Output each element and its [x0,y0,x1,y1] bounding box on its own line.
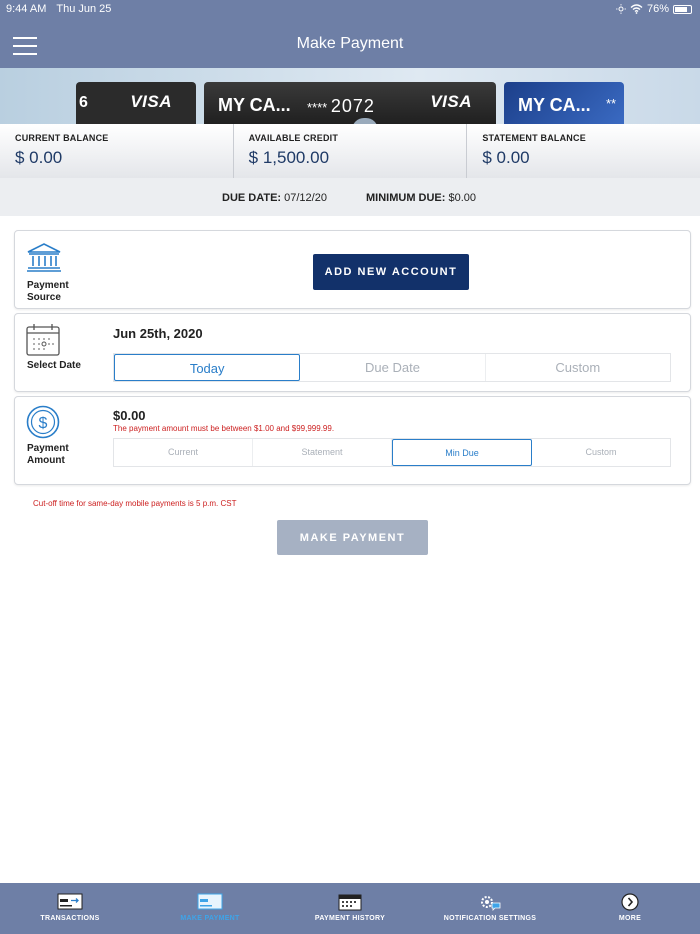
card-name: MY CA... [518,95,591,115]
make-payment-icon [197,893,223,910]
dollar-icon: $ [26,405,60,439]
balance-label: STATEMENT BALANCE [482,133,586,143]
amount-option-current[interactable]: Current [114,439,253,466]
svg-text:$: $ [39,415,48,432]
balance-value: $ 0.00 [15,148,63,167]
balances-row: CURRENT BALANCE $ 0.00 AVAILABLE CREDIT … [0,124,700,178]
selected-date: Jun 25th, 2020 [113,326,203,341]
label-line: Source [27,292,61,303]
amount-option-min-due[interactable]: Min Due [392,439,532,466]
battery-icon [673,4,692,14]
minimum-due: MINIMUM DUE: $0.00 [366,192,476,204]
bank-icon [27,243,61,272]
amount-segmented-control: Current Statement Min Due Custom [113,438,671,467]
wifi-icon [630,4,643,14]
tab-label: MORE [618,915,642,922]
balance-value: $ 1,500.00 [248,148,330,167]
payment-amount-value[interactable]: $0.00 [113,408,146,423]
date-option-today[interactable]: Today [114,354,301,381]
balance-label: AVAILABLE CREDIT [248,133,339,143]
visa-logo: VISA [130,92,172,111]
tab-notification-settings[interactable]: NOTIFICATION SETTINGS [420,883,560,934]
available-credit: AVAILABLE CREDIT $ 1,500.00 [234,124,468,178]
payment-amount-panel: $ Payment Amount $0.00 The payment amoun… [14,396,691,485]
payment-amount-error: The payment amount must be between $1.00… [113,424,335,433]
amount-option-custom[interactable]: Custom [532,439,670,466]
payment-source-panel: Payment Source ADD NEW ACCOUNT [14,230,691,309]
tab-label: TRANSACTIONS [40,915,100,922]
top-bar: 9:44 AM Thu Jun 25 76% Make Payment [0,0,700,68]
tab-make-payment[interactable]: MAKE PAYMENT [140,883,280,934]
visa-logo: VISA [430,92,472,111]
amount-option-statement[interactable]: Statement [253,439,392,466]
minimum-due-value: $0.00 [448,192,477,204]
transactions-icon [57,893,83,910]
calendar-icon [26,324,60,356]
balance-value: $ 0.00 [482,148,530,167]
status-date: Thu Jun 25 [56,3,112,15]
card-partial-number: 6 [79,94,88,111]
label-line: Payment [27,280,69,291]
payment-source-label: Payment Source [27,280,69,304]
chevron-circle-icon [621,893,639,911]
due-date: DUE DATE: 07/12/20 [222,192,327,204]
tab-more[interactable]: MORE [560,883,700,934]
tab-transactions[interactable]: TRANSACTIONS [0,883,140,934]
bottom-tab-bar: TRANSACTIONS MAKE PAYMENT PAYMENT HISTOR… [0,883,700,934]
card-next[interactable]: MY CA... ** [504,82,624,124]
label-line: Amount [27,455,65,466]
card-last4: 2072 [330,96,375,116]
select-date-panel: Select Date Jun 25th, 2020 Today Due Dat… [14,313,691,392]
status-bar-left: 9:44 AM Thu Jun 25 [6,3,111,15]
status-time: 9:44 AM [6,3,47,15]
current-balance: CURRENT BALANCE $ 0.00 [0,124,234,178]
tab-label: PAYMENT HISTORY [314,915,386,922]
due-date-label: DUE DATE: [222,192,282,204]
card-mask: **** [307,100,328,115]
balance-label: CURRENT BALANCE [15,133,109,143]
card-previous[interactable]: 6 VISA [76,82,196,124]
card-name: MY CA... [218,95,291,115]
card-mask: ** [606,96,617,111]
card-carousel[interactable]: 6 VISA MY CA... **** 2072 VISA MY CA... … [0,68,700,124]
tab-label: NOTIFICATION SETTINGS [443,915,537,922]
payment-amount-label: Payment Amount [27,443,69,467]
select-date-label: Select Date [27,360,81,371]
date-option-due-date[interactable]: Due Date [300,354,486,381]
add-new-account-button[interactable]: ADD NEW ACCOUNT [313,254,469,290]
date-segmented-control: Today Due Date Custom [113,353,671,382]
minimum-due-label: MINIMUM DUE: [366,192,446,204]
card-number: **** 2072 [307,96,375,117]
battery-percent: 76% [646,3,669,15]
statement-balance: STATEMENT BALANCE $ 0.00 [467,124,700,178]
date-option-custom[interactable]: Custom [485,354,670,381]
gear-chat-icon [481,896,501,911]
due-date-value: 07/12/20 [284,192,327,204]
page-title: Make Payment [296,35,404,52]
tab-label: MAKE PAYMENT [180,915,240,922]
tab-payment-history[interactable]: PAYMENT HISTORY [280,883,420,934]
brightness-icon [615,4,626,14]
card-current[interactable]: MY CA... **** 2072 VISA [204,82,496,124]
cutoff-note: Cut-off time for same-day mobile payment… [33,499,237,508]
status-bar-right: 76% [615,3,692,15]
label-line: Payment [27,443,69,454]
due-info-row: DUE DATE: 07/12/20 MINIMUM DUE: $0.00 [0,178,700,216]
calendar-icon [338,894,362,911]
make-payment-button[interactable]: MAKE PAYMENT [277,520,428,555]
